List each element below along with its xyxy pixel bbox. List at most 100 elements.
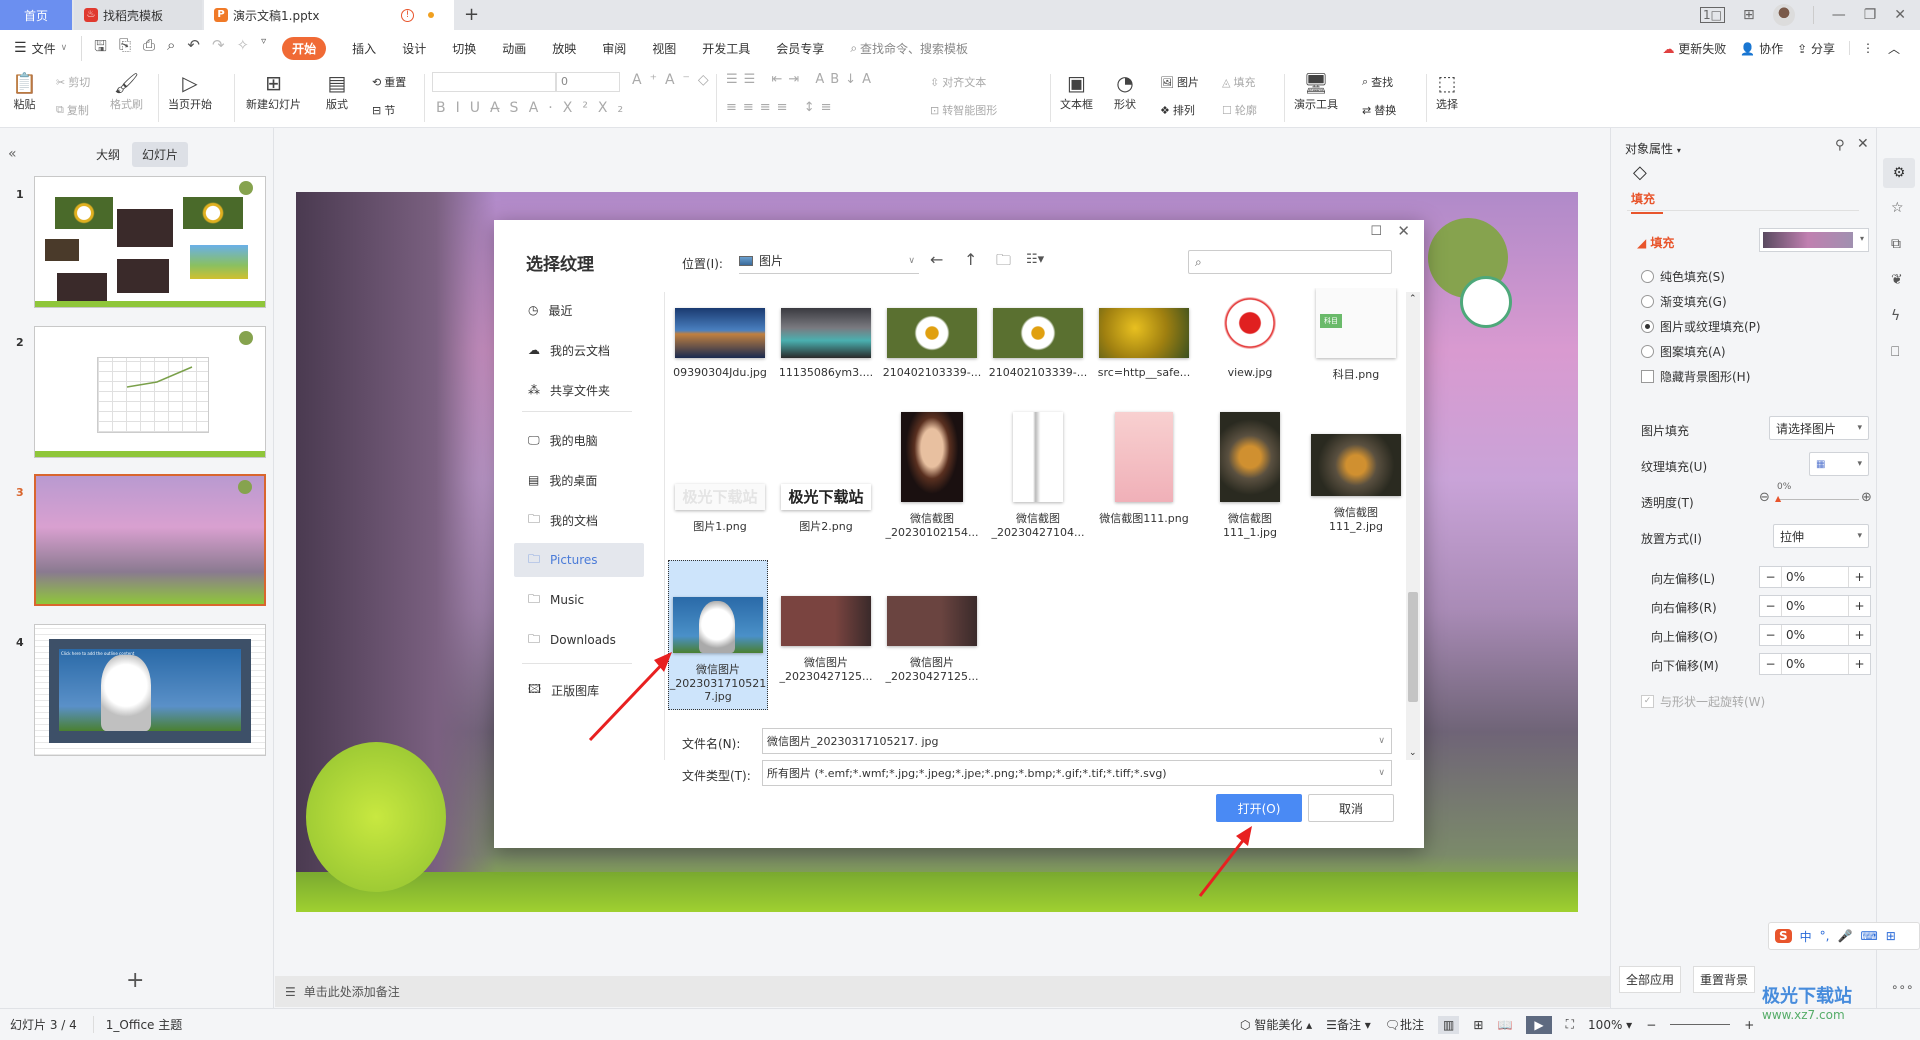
offset-value[interactable]: 0%: [1782, 625, 1848, 645]
section-button[interactable]: ⊟ 节: [372, 102, 395, 118]
avatar[interactable]: [1772, 4, 1795, 26]
slideshow-icon[interactable]: ⧉: [1891, 236, 1901, 252]
offset-value[interactable]: 0%: [1782, 654, 1848, 674]
select-button[interactable]: ⬚ 选择: [1436, 70, 1458, 112]
menu-insert[interactable]: 插入: [352, 40, 376, 57]
ime-keyboard-icon[interactable]: ⌨: [1860, 929, 1877, 943]
font-style-icons[interactable]: BIUA̶SA·X²X₂: [436, 100, 633, 116]
minus-icon[interactable]: −: [1760, 567, 1782, 587]
add-slide-button[interactable]: +: [126, 968, 144, 993]
menu-view[interactable]: 视图: [652, 40, 676, 57]
file-item[interactable]: src=http__safe...: [1094, 308, 1194, 379]
file-item-selected[interactable]: 微信图片 _2023031710521 7.jpg: [668, 560, 768, 710]
offset-value[interactable]: 0%: [1782, 596, 1848, 616]
star-icon[interactable]: ☆: [1891, 200, 1904, 216]
ime-punct-icon[interactable]: °,: [1820, 929, 1830, 943]
file-item[interactable]: 微信图片 _20230427125...: [882, 596, 982, 683]
cancel-button[interactable]: 取消: [1308, 794, 1394, 822]
print-icon[interactable]: ⎙: [143, 36, 155, 61]
transparency-plus-icon[interactable]: ⊕: [1861, 490, 1872, 505]
file-item[interactable]: 微信截图 _20230102154...: [882, 412, 982, 539]
offset-right-stepper[interactable]: −0% +: [1759, 595, 1871, 617]
slider-handle[interactable]: ▲: [1775, 494, 1781, 503]
zoom-out-button[interactable]: −: [1646, 1018, 1656, 1032]
radio-picture-fill[interactable]: 图片或纹理填充(P): [1641, 318, 1761, 335]
apply-all-button[interactable]: 全部应用: [1619, 966, 1682, 993]
fill-preview-select[interactable]: ▾: [1759, 228, 1869, 252]
copy-button[interactable]: ⧉ 复制: [56, 102, 89, 118]
filename-input[interactable]: 微信图片_20230317105217. jpg ∨: [762, 728, 1392, 754]
picture-button[interactable]: 🖼 图片: [1160, 74, 1199, 90]
shape-button[interactable]: ◔ 形状: [1114, 70, 1136, 112]
more-icon[interactable]: ⋮: [1848, 41, 1874, 55]
scroll-up-icon[interactable]: ⌃: [1409, 294, 1417, 304]
normal-view-icon[interactable]: ▥: [1438, 1015, 1460, 1034]
file-item[interactable]: 微信截图 111_2.jpg: [1306, 434, 1406, 533]
minimize-button[interactable]: —: [1832, 7, 1846, 23]
comments-button[interactable]: 🗨批注: [1385, 1016, 1424, 1033]
format-painter-button[interactable]: 🖌 格式刷: [110, 70, 143, 112]
tab-slides[interactable]: 幻灯片: [132, 142, 189, 167]
play-from-current-button[interactable]: ▷ 当页开始: [168, 70, 212, 112]
align-text-button[interactable]: ⇳ 对齐文本: [930, 74, 986, 90]
nav-music[interactable]: 🗀 Music: [514, 583, 644, 617]
radio-gradient-fill[interactable]: 渐变填充(G): [1641, 293, 1727, 310]
radio-pattern-fill[interactable]: 图案填充(A): [1641, 343, 1726, 360]
reset-button[interactable]: ⟲ 重置: [372, 74, 406, 90]
zoom-slider[interactable]: [1670, 1024, 1731, 1025]
replace-button[interactable]: ⇄ 替换: [1362, 102, 1396, 118]
properties-icon[interactable]: ⚙: [1883, 158, 1915, 188]
texture-fill-select[interactable]: ▦ ▾: [1809, 452, 1869, 476]
redo-icon[interactable]: ↷: [212, 36, 225, 61]
file-item[interactable]: 微信截图 _20230427104...: [988, 412, 1088, 539]
nav-gallery[interactable]: 🖾 正版图库: [514, 673, 644, 707]
tab-outline[interactable]: 大纲: [96, 146, 120, 163]
new-slide-button[interactable]: ⊞ 新建幻灯片: [246, 70, 301, 112]
nav-documents[interactable]: 🗀 我的文档: [514, 503, 644, 537]
tab-home[interactable]: 首页: [0, 0, 72, 30]
close-button[interactable]: ✕: [1894, 7, 1906, 23]
offset-up-stepper[interactable]: −0% +: [1759, 624, 1871, 646]
up-arrow-icon[interactable]: ↑: [964, 250, 977, 269]
minus-icon[interactable]: −: [1760, 596, 1782, 616]
slide-thumb-1[interactable]: [34, 176, 266, 308]
fit-window-icon[interactable]: ⛶: [1566, 1017, 1574, 1032]
notes-area[interactable]: ☰ 单击此处添加备注: [275, 976, 1610, 1007]
find-button[interactable]: ⌕ 查找: [1362, 74, 1393, 90]
file-item[interactable]: 极光下载站 图片2.png: [776, 484, 876, 534]
offset-down-stepper[interactable]: −0% +: [1759, 653, 1871, 675]
open-button[interactable]: 打开(O): [1216, 794, 1302, 822]
book-search-icon[interactable]: ⎕: [1891, 344, 1899, 360]
panel-title[interactable]: 对象属性 ▾: [1625, 140, 1681, 157]
sorter-view-icon[interactable]: ⊞: [1473, 1018, 1483, 1032]
maximize-icon[interactable]: ☐: [1370, 224, 1382, 239]
hide-bg-checkbox[interactable]: 隐藏背景图形(H): [1641, 368, 1750, 385]
rotate-with-shape-checkbox[interactable]: ✓ 与形状一起旋转(W): [1641, 693, 1765, 710]
new-tab-button[interactable]: +: [464, 4, 479, 25]
tab-templates[interactable]: ♨ 找稻壳模板: [74, 0, 202, 30]
quick-access-dropdown-icon[interactable]: ▿: [261, 36, 266, 61]
undo-icon[interactable]: ↶: [187, 36, 200, 61]
location-select[interactable]: 图片 ∨: [739, 248, 919, 274]
nav-downloads[interactable]: 🗀 Downloads: [514, 623, 644, 657]
apps-grid-icon[interactable]: ⊞: [1743, 7, 1755, 23]
file-item[interactable]: 09390304Jdu.jpg: [670, 308, 770, 379]
zoom-in-button[interactable]: +: [1744, 1018, 1754, 1032]
slide-thumb-4[interactable]: Click here to add the outline content: [34, 624, 266, 756]
font-size-select[interactable]: 0: [556, 72, 620, 92]
print-preview-icon[interactable]: ⌕: [167, 36, 175, 61]
theme-name[interactable]: 1_Office 主题: [92, 1016, 182, 1033]
menu-design[interactable]: 设计: [402, 40, 426, 57]
collapse-panel-icon[interactable]: «: [8, 146, 17, 162]
offset-value[interactable]: 0%: [1782, 567, 1848, 587]
align-icons[interactable]: ≡≡≡≡ ↕≡: [726, 100, 838, 115]
beautify-button[interactable]: ⬡ 智能美化 ▴: [1240, 1016, 1312, 1033]
filetype-select[interactable]: 所有图片 (*.emf;*.wmf;*.jpg;*.jpeg;*.jpe;*.p…: [762, 760, 1392, 786]
back-arrow-icon[interactable]: ←: [930, 250, 943, 269]
file-item[interactable]: 微信截图 111_1.jpg: [1200, 412, 1300, 539]
reset-background-button[interactable]: 重置背景: [1693, 966, 1756, 993]
nav-shared[interactable]: ⁂ 共享文件夹: [514, 373, 644, 407]
list-icons[interactable]: ☰☰ ⇤⇥ AB↓A: [726, 72, 877, 87]
file-item[interactable]: 科目 科目.png: [1306, 288, 1406, 382]
textbox-button[interactable]: ▣ 文本框: [1060, 70, 1093, 112]
